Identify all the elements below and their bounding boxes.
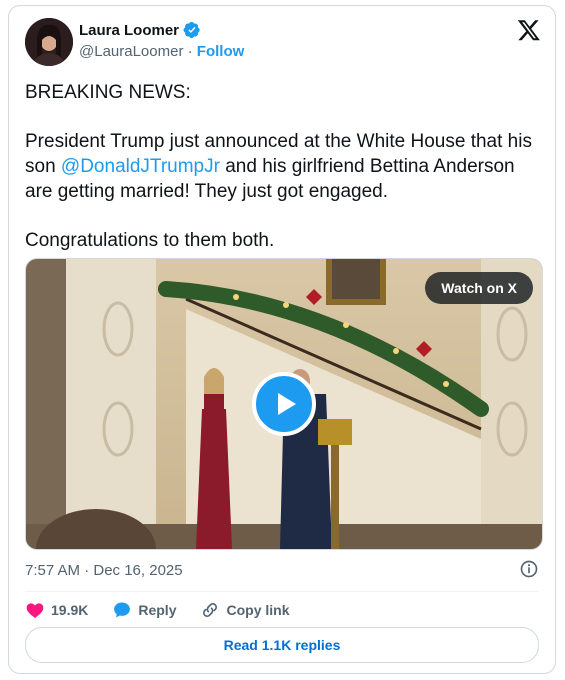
tweet-paragraph: President Trump just announced at the Wh…	[25, 129, 540, 204]
read-replies-button[interactable]: Read 1.1K replies	[25, 627, 539, 663]
reply-button[interactable]: Reply	[112, 600, 176, 620]
play-icon	[278, 393, 296, 415]
video-thumbnail[interactable]: Watch on X	[25, 258, 543, 550]
handle-separator: ·	[187, 43, 193, 60]
tweet-paragraph: BREAKING NEWS:	[25, 82, 191, 103]
info-icon[interactable]	[519, 559, 539, 579]
tweet-text: BREAKING NEWS: President Trump just anno…	[25, 80, 540, 277]
divider	[25, 591, 539, 592]
author-handle[interactable]: @LaurаLoomer	[79, 43, 183, 60]
follow-button[interactable]: Follow	[197, 43, 245, 60]
tweet-card: Laura Loomer @LaurаLoomer · Follow BREAK…	[8, 5, 556, 674]
like-count: 19.9K	[51, 602, 89, 618]
link-icon	[203, 603, 218, 617]
author-name-row[interactable]: Laura Loomer	[79, 21, 201, 39]
heart-icon	[26, 603, 44, 618]
reply-bubble-icon	[114, 602, 131, 618]
author-name[interactable]: Laura Loomer	[79, 22, 179, 39]
mention-link[interactable]: @DonaldJTrumpJr	[61, 156, 220, 177]
tweet-paragraph: Congratulations to them both.	[25, 230, 275, 251]
copy-link-label: Copy link	[226, 602, 290, 618]
tweet-timestamp[interactable]: 7:57 AM · Dec 16, 2025	[25, 562, 183, 579]
watch-on-x-button[interactable]: Watch on X	[425, 272, 533, 304]
verified-badge-icon	[183, 21, 200, 39]
action-bar: 19.9K Reply Copy link	[25, 600, 314, 620]
copy-link-button[interactable]: Copy link	[200, 600, 290, 620]
avatar[interactable]	[25, 18, 73, 66]
reply-label: Reply	[138, 602, 177, 618]
like-button[interactable]: 19.9K	[25, 600, 88, 620]
x-logo-icon[interactable]	[517, 18, 541, 42]
play-button[interactable]	[252, 372, 316, 436]
author-handle-row: @LaurаLoomer · Follow	[79, 43, 244, 60]
